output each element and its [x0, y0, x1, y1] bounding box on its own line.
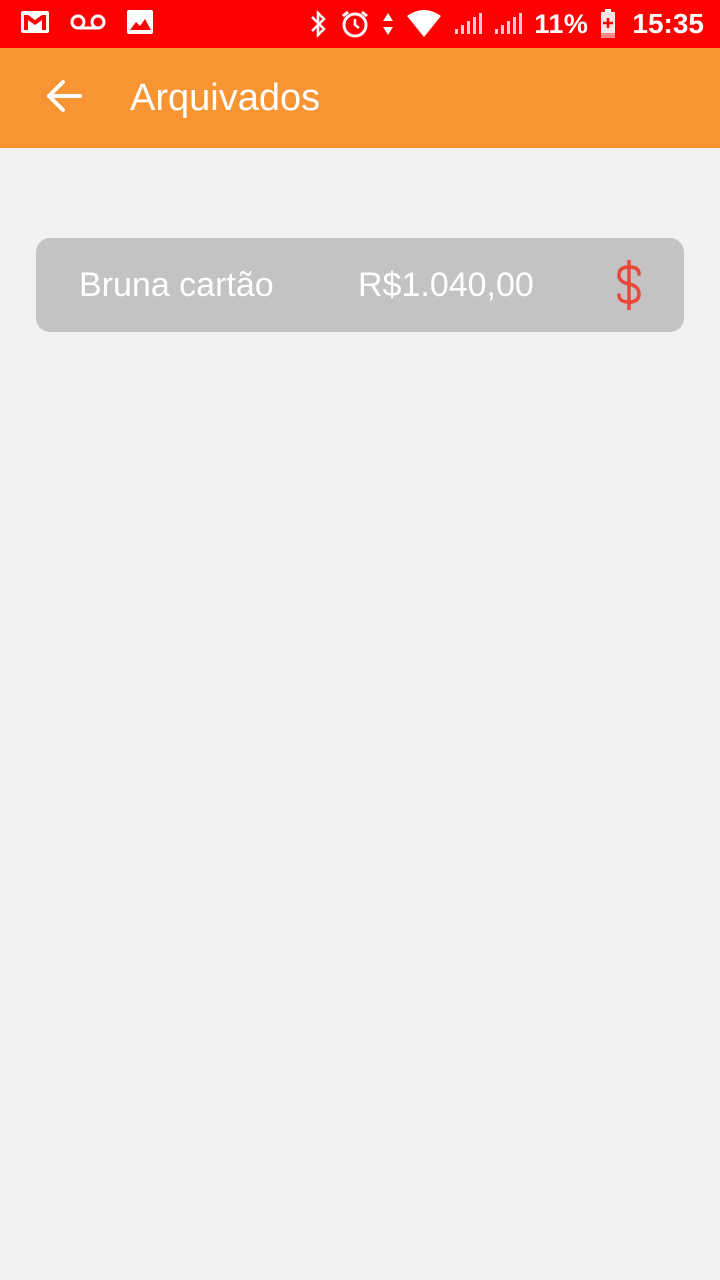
image-icon: [126, 9, 154, 40]
dollar-icon[interactable]: [614, 260, 644, 310]
clock: 15:35: [632, 8, 704, 39]
app-bar: Arquivados: [0, 48, 720, 148]
signal-icon: [494, 13, 523, 35]
status-bar: 11% 15:35: [0, 0, 720, 48]
page-title: Arquivados: [130, 76, 321, 119]
gmail-icon: [20, 10, 50, 39]
item-name: Bruna cartão: [79, 265, 274, 304]
battery-charging-icon: [600, 9, 616, 39]
status-bar-left: [20, 9, 174, 40]
item-value: R$1.040,00: [358, 265, 534, 304]
list-item[interactable]: Bruna cartão R$1.040,00: [36, 238, 684, 332]
battery-percent: 11%: [534, 8, 589, 39]
signal-icon: [454, 13, 483, 35]
arrow-left-icon: [46, 79, 82, 117]
back-button[interactable]: [36, 70, 92, 126]
alarm-icon: [340, 9, 370, 39]
wifi-icon: [406, 10, 442, 38]
bluetooth-icon: [308, 9, 328, 39]
voicemail-icon: [70, 13, 106, 36]
status-bar-right: 11% 15:35: [296, 8, 704, 40]
data-arrows-icon: [382, 11, 394, 37]
